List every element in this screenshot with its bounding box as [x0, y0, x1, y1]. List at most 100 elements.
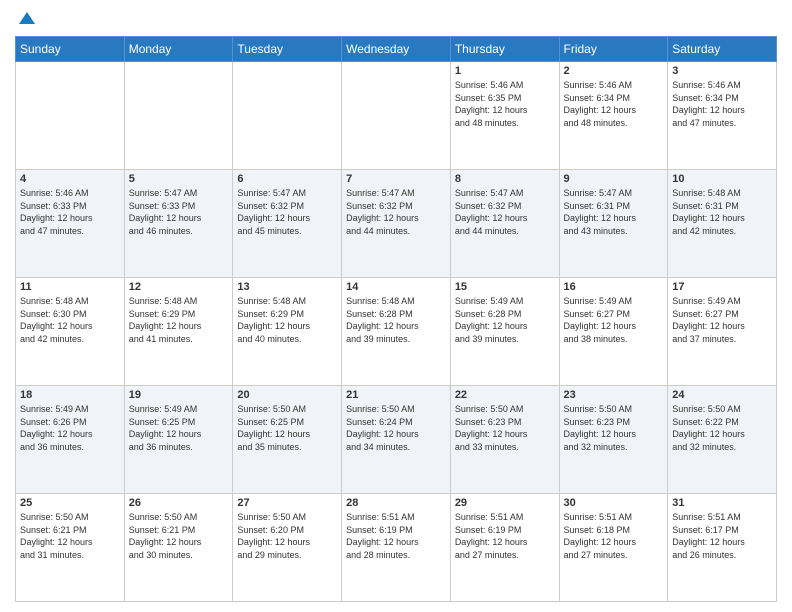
- cell-info: Sunrise: 5:47 AM Sunset: 6:32 PM Dayligh…: [455, 187, 555, 237]
- logo: [15, 10, 37, 30]
- cell-info: Sunrise: 5:46 AM Sunset: 6:34 PM Dayligh…: [672, 79, 772, 129]
- cell-info: Sunrise: 5:50 AM Sunset: 6:20 PM Dayligh…: [237, 511, 337, 561]
- day-number: 26: [129, 497, 229, 509]
- calendar-body: 1Sunrise: 5:46 AM Sunset: 6:35 PM Daylig…: [16, 62, 777, 602]
- day-header-wednesday: Wednesday: [342, 37, 451, 62]
- day-header-saturday: Saturday: [668, 37, 777, 62]
- day-number: 9: [564, 173, 664, 185]
- cell-info: Sunrise: 5:50 AM Sunset: 6:23 PM Dayligh…: [564, 403, 664, 453]
- calendar-cell: 21 Sunrise: 5:50 AM Sunset: 6:24 PM Dayli…: [342, 386, 451, 494]
- calendar-cell: 16Sunrise: 5:49 AM Sunset: 6:27 PM Dayli…: [559, 278, 668, 386]
- logo-text: [15, 10, 37, 30]
- cell-info: Sunrise: 5:47 AM Sunset: 6:33 PM Dayligh…: [129, 187, 229, 237]
- day-number: 21: [346, 389, 446, 401]
- week-row-4: 25 Sunrise: 5:50 AM Sunset: 6:21 PM Dayli…: [16, 494, 777, 602]
- cell-info: Sunrise: 5:50 AM Sunset: 6:25 PM Dayligh…: [237, 403, 337, 453]
- day-number: 2: [564, 65, 664, 77]
- calendar-cell: 15 Sunrise: 5:49 AM Sunset: 6:28 PM Dayli…: [450, 278, 559, 386]
- day-header-friday: Friday: [559, 37, 668, 62]
- calendar-cell: [233, 62, 342, 170]
- cell-info: Sunrise: 5:50 AM Sunset: 6:21 PM Dayligh…: [20, 511, 120, 561]
- day-header-thursday: Thursday: [450, 37, 559, 62]
- calendar-cell: 8 Sunrise: 5:47 AM Sunset: 6:32 PM Daylig…: [450, 170, 559, 278]
- cell-info: Sunrise: 5:49 AM Sunset: 6:25 PM Dayligh…: [129, 403, 229, 453]
- calendar-cell: 30 Sunrise: 5:51 AM Sunset: 6:18 PM Dayli…: [559, 494, 668, 602]
- calendar-cell: 23 Sunrise: 5:50 AM Sunset: 6:23 PM Dayli…: [559, 386, 668, 494]
- day-number: 28: [346, 497, 446, 509]
- calendar-cell: 10 Sunrise: 5:48 AM Sunset: 6:31 PM Dayli…: [668, 170, 777, 278]
- day-number: 11: [20, 281, 120, 293]
- calendar-cell: 2Sunrise: 5:46 AM Sunset: 6:34 PM Daylig…: [559, 62, 668, 170]
- calendar-header: SundayMondayTuesdayWednesdayThursdayFrid…: [16, 37, 777, 62]
- cell-info: Sunrise: 5:50 AM Sunset: 6:24 PM Dayligh…: [346, 403, 446, 453]
- calendar-cell: 7 Sunrise: 5:47 AM Sunset: 6:32 PM Daylig…: [342, 170, 451, 278]
- week-row-0: 1Sunrise: 5:46 AM Sunset: 6:35 PM Daylig…: [16, 62, 777, 170]
- calendar-cell: 17 Sunrise: 5:49 AM Sunset: 6:27 PM Dayli…: [668, 278, 777, 386]
- day-number: 20: [237, 389, 337, 401]
- day-number: 19: [129, 389, 229, 401]
- cell-info: Sunrise: 5:50 AM Sunset: 6:22 PM Dayligh…: [672, 403, 772, 453]
- day-number: 10: [672, 173, 772, 185]
- cell-info: Sunrise: 5:47 AM Sunset: 6:32 PM Dayligh…: [237, 187, 337, 237]
- calendar-cell: 1Sunrise: 5:46 AM Sunset: 6:35 PM Daylig…: [450, 62, 559, 170]
- cell-info: Sunrise: 5:48 AM Sunset: 6:31 PM Dayligh…: [672, 187, 772, 237]
- week-row-1: 4 Sunrise: 5:46 AM Sunset: 6:33 PM Daylig…: [16, 170, 777, 278]
- cell-info: Sunrise: 5:47 AM Sunset: 6:32 PM Dayligh…: [346, 187, 446, 237]
- cell-info: Sunrise: 5:49 AM Sunset: 6:26 PM Dayligh…: [20, 403, 120, 453]
- day-number: 22: [455, 389, 555, 401]
- week-row-2: 11 Sunrise: 5:48 AM Sunset: 6:30 PM Dayli…: [16, 278, 777, 386]
- calendar-cell: 24 Sunrise: 5:50 AM Sunset: 6:22 PM Dayli…: [668, 386, 777, 494]
- cell-info: Sunrise: 5:48 AM Sunset: 6:29 PM Dayligh…: [237, 295, 337, 345]
- cell-info: Sunrise: 5:48 AM Sunset: 6:30 PM Dayligh…: [20, 295, 120, 345]
- calendar-cell: 20 Sunrise: 5:50 AM Sunset: 6:25 PM Dayli…: [233, 386, 342, 494]
- calendar-cell: [16, 62, 125, 170]
- day-number: 5: [129, 173, 229, 185]
- day-number: 30: [564, 497, 664, 509]
- day-number: 4: [20, 173, 120, 185]
- day-number: 24: [672, 389, 772, 401]
- day-number: 12: [129, 281, 229, 293]
- cell-info: Sunrise: 5:51 AM Sunset: 6:19 PM Dayligh…: [455, 511, 555, 561]
- day-number: 16: [564, 281, 664, 293]
- day-number: 31: [672, 497, 772, 509]
- calendar-cell: 6 Sunrise: 5:47 AM Sunset: 6:32 PM Daylig…: [233, 170, 342, 278]
- days-header-row: SundayMondayTuesdayWednesdayThursdayFrid…: [16, 37, 777, 62]
- cell-info: Sunrise: 5:51 AM Sunset: 6:19 PM Dayligh…: [346, 511, 446, 561]
- cell-info: Sunrise: 5:47 AM Sunset: 6:31 PM Dayligh…: [564, 187, 664, 237]
- day-number: 14: [346, 281, 446, 293]
- calendar-cell: 19 Sunrise: 5:49 AM Sunset: 6:25 PM Dayli…: [124, 386, 233, 494]
- day-number: 27: [237, 497, 337, 509]
- cell-info: Sunrise: 5:49 AM Sunset: 6:28 PM Dayligh…: [455, 295, 555, 345]
- calendar-cell: 14Sunrise: 5:48 AM Sunset: 6:28 PM Dayli…: [342, 278, 451, 386]
- logo-icon: [17, 10, 37, 30]
- day-header-tuesday: Tuesday: [233, 37, 342, 62]
- cell-info: Sunrise: 5:46 AM Sunset: 6:33 PM Dayligh…: [20, 187, 120, 237]
- calendar-cell: 27 Sunrise: 5:50 AM Sunset: 6:20 PM Dayli…: [233, 494, 342, 602]
- calendar-cell: 25 Sunrise: 5:50 AM Sunset: 6:21 PM Dayli…: [16, 494, 125, 602]
- day-number: 15: [455, 281, 555, 293]
- day-number: 1: [455, 65, 555, 77]
- week-row-3: 18 Sunrise: 5:49 AM Sunset: 6:26 PM Dayli…: [16, 386, 777, 494]
- cell-info: Sunrise: 5:51 AM Sunset: 6:17 PM Dayligh…: [672, 511, 772, 561]
- cell-info: Sunrise: 5:51 AM Sunset: 6:18 PM Dayligh…: [564, 511, 664, 561]
- cell-info: Sunrise: 5:50 AM Sunset: 6:21 PM Dayligh…: [129, 511, 229, 561]
- day-number: 8: [455, 173, 555, 185]
- page: SundayMondayTuesdayWednesdayThursdayFrid…: [0, 0, 792, 612]
- day-number: 23: [564, 389, 664, 401]
- calendar-cell: 18 Sunrise: 5:49 AM Sunset: 6:26 PM Dayli…: [16, 386, 125, 494]
- calendar-table: SundayMondayTuesdayWednesdayThursdayFrid…: [15, 36, 777, 602]
- day-number: 6: [237, 173, 337, 185]
- calendar-cell: 29 Sunrise: 5:51 AM Sunset: 6:19 PM Dayli…: [450, 494, 559, 602]
- calendar-cell: [342, 62, 451, 170]
- day-number: 18: [20, 389, 120, 401]
- calendar-cell: 4 Sunrise: 5:46 AM Sunset: 6:33 PM Daylig…: [16, 170, 125, 278]
- day-number: 25: [20, 497, 120, 509]
- day-number: 13: [237, 281, 337, 293]
- calendar-cell: 31 Sunrise: 5:51 AM Sunset: 6:17 PM Dayli…: [668, 494, 777, 602]
- day-number: 7: [346, 173, 446, 185]
- day-number: 29: [455, 497, 555, 509]
- calendar-cell: 26 Sunrise: 5:50 AM Sunset: 6:21 PM Dayli…: [124, 494, 233, 602]
- cell-info: Sunrise: 5:49 AM Sunset: 6:27 PM Dayligh…: [672, 295, 772, 345]
- day-number: 17: [672, 281, 772, 293]
- header: [15, 10, 777, 30]
